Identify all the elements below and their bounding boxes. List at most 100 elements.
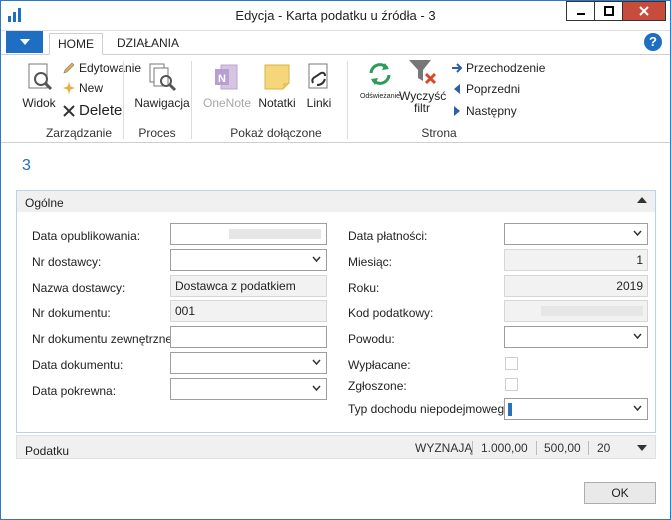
data-dokumentu-field[interactable]	[170, 352, 327, 374]
view-icon	[28, 63, 53, 91]
delete-icon	[63, 104, 75, 117]
chevron-down-icon	[633, 230, 642, 236]
group-separator	[191, 61, 192, 139]
label-kod-podatkowy: Kod podatkowy:	[348, 306, 434, 320]
summary-separator	[588, 441, 589, 455]
label-powodu: Powodu:	[348, 332, 395, 346]
nr-dostawcy-field[interactable]	[170, 249, 327, 271]
roku-field: 2019	[504, 275, 648, 297]
app-menu-button[interactable]	[6, 31, 43, 53]
ribbon: Widok Edytowanie New Delete Zarządzanie …	[1, 55, 670, 143]
group-label-proces: Proces	[138, 126, 176, 140]
label-data-pokrewna: Data pokrewna:	[32, 384, 117, 398]
close-button[interactable]	[622, 1, 666, 21]
text-cursor	[508, 403, 512, 416]
refresh-icon	[369, 63, 391, 85]
new-button[interactable]: New	[62, 81, 103, 95]
label-zgloszone: Zgłoszone:	[348, 379, 407, 393]
summary-item: 20	[597, 441, 611, 455]
wyczysc-filtr-button[interactable]: Wyczyść filtr	[399, 57, 446, 114]
edytowanie-button[interactable]: Edytowanie	[62, 61, 141, 75]
title-bar: Edycja - Karta podatku u źródła - 3	[1, 1, 670, 31]
chevron-down-icon	[312, 359, 321, 365]
group-label-pokaz-dolaczone: Pokaż dołączone	[230, 126, 322, 140]
nr-dokumentu-field: 001	[170, 300, 327, 322]
maximize-button[interactable]	[594, 1, 622, 21]
group-label-zarzadzanie: Zarządzanie	[45, 126, 113, 140]
link-icon	[308, 63, 328, 89]
label-data-opublikowania: Data opublikowania:	[32, 229, 141, 243]
close-icon	[639, 6, 649, 16]
fasttab-ogolne-body: Data opublikowania: Nr dostawcy: Nazwa d…	[16, 212, 656, 433]
ok-button[interactable]: OK	[584, 482, 656, 504]
label-data-dokumentu: Data dokumentu:	[32, 358, 124, 372]
miesiac-field: 1	[504, 249, 648, 271]
minimize-button[interactable]	[566, 1, 594, 21]
typ-dochodu-field[interactable]	[504, 398, 648, 420]
chevron-down-icon	[633, 333, 642, 339]
miesiac-value: 1	[636, 253, 643, 267]
nawigacja-button[interactable]: Nawigacja	[134, 61, 190, 110]
summary-item: WYZNAJĄ	[415, 441, 473, 455]
linki-button[interactable]: Linki	[301, 61, 337, 110]
arrow-right-icon	[452, 63, 463, 73]
data-platnosci-field[interactable]	[504, 223, 648, 245]
label-data-platnosci: Data płatności:	[348, 229, 428, 243]
kod-podatkowy-field	[504, 300, 648, 322]
maximize-icon	[603, 6, 614, 16]
chevron-up-icon	[637, 197, 647, 203]
nr-dokumentu-value: 001	[175, 304, 196, 318]
fasttab-ogolne-header[interactable]: Ogólne	[16, 190, 656, 212]
label-nr-dokumentu-zewnetrznego: Nr dokumentu zewnętrznego:	[32, 332, 189, 346]
group-separator	[347, 61, 348, 139]
przechodzenie-button[interactable]: Przechodzenie	[451, 61, 545, 75]
chevron-down-icon	[312, 385, 321, 391]
widok-button[interactable]: Widok	[19, 61, 59, 110]
help-button[interactable]: ?	[644, 33, 662, 51]
odswiezanie-button[interactable]: Odświeżanie	[357, 59, 403, 100]
svg-text:N: N	[218, 73, 226, 85]
tab-dzialania[interactable]: DZIAŁANIA	[109, 33, 187, 55]
fasttab-podatku-header[interactable]: Podatku WYZNAJĄ 1.000,00 500,00 20	[16, 435, 656, 459]
label-nr-dokumentu: Nr dokumentu:	[32, 306, 111, 320]
next-icon	[454, 106, 460, 116]
summary-item: 500,00	[544, 441, 581, 455]
data-opublikowania-field[interactable]	[170, 223, 327, 245]
pencil-icon	[63, 62, 75, 74]
tab-home[interactable]: HOME	[49, 33, 103, 55]
zgloszone-checkbox[interactable]	[505, 378, 518, 391]
label-wyplacane: Wypłacane:	[348, 358, 411, 372]
navigate-icon	[149, 63, 177, 92]
new-icon	[63, 82, 75, 94]
fasttab-caption: Podatku	[25, 444, 70, 458]
group-separator	[123, 61, 124, 139]
note-icon	[264, 64, 290, 90]
chevron-down-icon	[19, 39, 30, 45]
label-miesiac: Miesiąc:	[348, 255, 393, 269]
summary-separator	[536, 441, 537, 455]
roku-value: 2019	[616, 279, 643, 293]
clear-filter-icon	[409, 60, 437, 85]
onenote-button[interactable]: N OneNote	[199, 61, 255, 110]
notatki-button[interactable]: Notatki	[257, 61, 297, 110]
delete-button[interactable]: Delete	[62, 102, 122, 119]
nazwa-dostawcy-value: Dostawca z podatkiem	[175, 279, 296, 293]
field-shade	[229, 229, 321, 239]
nastepny-button[interactable]: Następny	[451, 104, 517, 118]
powodu-field[interactable]	[504, 326, 648, 348]
group-label-strona: Strona	[421, 126, 457, 140]
fasttab-caption: Ogólne	[25, 196, 64, 210]
chevron-down-icon	[312, 256, 321, 262]
label-roku: Roku:	[348, 281, 380, 295]
chevron-down-icon	[633, 405, 642, 411]
chevron-down-icon	[637, 445, 647, 451]
label-nazwa-dostawcy: Nazwa dostawcy:	[32, 281, 126, 295]
help-icon: ?	[649, 34, 657, 49]
nr-dokumentu-zewnetrznego-field[interactable]	[170, 326, 327, 348]
poprzedni-button[interactable]: Poprzedni	[451, 82, 520, 96]
wyplacane-checkbox[interactable]	[505, 357, 518, 370]
window: Edycja - Karta podatku u źródła - 3 HOME…	[0, 0, 671, 520]
data-pokrewna-field[interactable]	[170, 378, 327, 400]
field-shade	[541, 306, 643, 316]
previous-icon	[454, 84, 460, 94]
